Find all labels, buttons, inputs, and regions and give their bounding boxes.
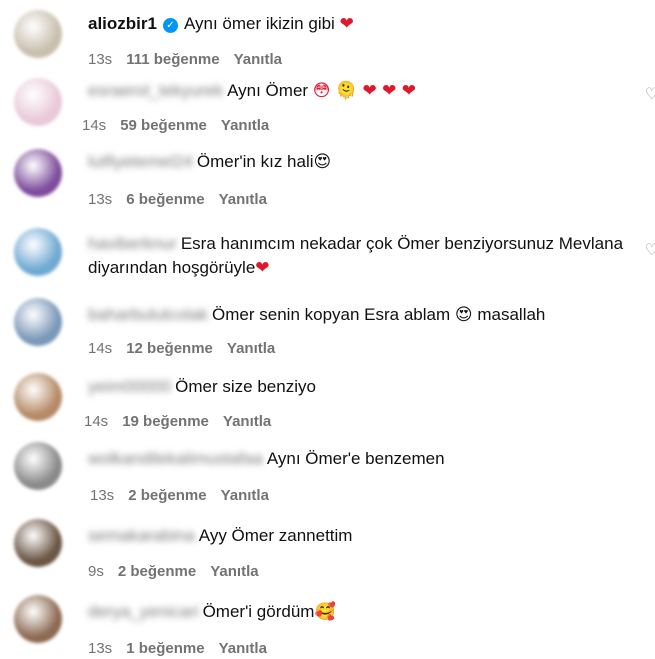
avatar[interactable] — [14, 298, 62, 346]
comment-text: Ömer'in kız hali — [196, 152, 314, 171]
like-count[interactable]: 2 beğenme — [128, 487, 206, 504]
avatar[interactable] — [14, 442, 62, 490]
like-heart-icon[interactable]: ♡ — [645, 84, 655, 104]
emoji-group-icon: 😳 🫠 ❤ ❤ ❤ — [312, 81, 417, 101]
username[interactable]: haviberknur — [88, 234, 177, 253]
comment-text: Aynı ömer ikizin gibi — [183, 14, 335, 33]
comment-time: 14s — [84, 413, 109, 430]
comment-line: wolkandilekalimustafaa Aynı Ömer'e benzem… — [88, 447, 631, 471]
comment-meta: 13s 111 beğenme Yanıtla — [88, 50, 296, 70]
username[interactable]: yeim00000 — [88, 377, 171, 396]
username[interactable]: lutfiyetemel24 — [88, 152, 193, 171]
comment-time: 13s — [88, 640, 113, 657]
username[interactable]: semakarabina — [88, 526, 195, 545]
comment-line: derya_yenicari Ömer'i gördüm🥰 — [88, 600, 631, 624]
username[interactable]: derya_yenicari — [88, 602, 199, 621]
comment-text-suffix: masallah — [477, 305, 546, 324]
comment-line: haviberknur Esra hanımcım nekadar çok Öme… — [88, 232, 627, 280]
avatar[interactable] — [14, 10, 62, 58]
like-count[interactable]: 59 beğenme — [120, 117, 207, 134]
comment-time: 13s — [88, 191, 113, 208]
reply-button[interactable]: Yanıtla — [227, 340, 275, 357]
heart-eyes-emoji-icon: 😍 — [454, 305, 473, 325]
comment-line: lutfiyetemel24 Ömer'in kız hali😍 — [88, 150, 631, 174]
comment-time: 14s — [82, 117, 107, 134]
reply-button[interactable]: Yanıtla — [234, 51, 282, 68]
heart-emoji-icon: ❤ — [255, 258, 270, 278]
username[interactable]: esraerol_tekyurek — [88, 81, 223, 100]
verified-badge-icon: ✓ — [162, 18, 178, 33]
comment-text: Aynı Ömer'e benzemen — [266, 449, 445, 468]
avatar[interactable] — [14, 373, 62, 421]
comment-time: 13s — [88, 51, 113, 68]
comment-text: Ayy Ömer zannettim — [198, 526, 353, 545]
heart-emoji-icon: ❤ — [339, 14, 354, 34]
comment-meta: 13s 6 beğenme Yanıtla — [88, 190, 281, 210]
like-count[interactable]: 19 beğenme — [122, 413, 209, 430]
comment-meta: 14s 12 beğenme Yanıtla — [88, 339, 289, 359]
reply-button[interactable]: Yanıtla — [219, 191, 267, 208]
comment-line: esraerol_tekyurek Aynı Ömer 😳 🫠 ❤ ❤ ❤ — [88, 79, 631, 103]
comment-line: baharbulutcolak Ömer senin kopyan Esra ab… — [88, 303, 631, 327]
username[interactable]: wolkandilekalimustafaa — [88, 449, 263, 468]
avatar[interactable] — [14, 228, 62, 276]
comment-meta: 13s 1 beğenme Yanıtla — [88, 639, 281, 659]
comment-time: 9s — [88, 563, 104, 580]
reply-button[interactable]: Yanıtla — [223, 413, 271, 430]
smiling-hearts-emoji-icon: 🥰 — [314, 602, 336, 622]
like-count[interactable]: 111 beğenme — [126, 51, 219, 68]
comment-text: Ömer senin kopyan Esra ablam — [212, 305, 451, 324]
comment-line: aliozbir1 ✓ Aynı ömer ikizin gibi ❤ — [88, 12, 631, 36]
reply-button[interactable]: Yanıtla — [221, 487, 269, 504]
username[interactable]: baharbulutcolak — [88, 305, 208, 324]
comment-time: 13s — [90, 487, 115, 504]
comment-line: yeim00000 Ömer size benziyo — [88, 375, 631, 399]
like-count[interactable]: 1 beğenme — [126, 640, 204, 657]
comment-meta: 9s 2 beğenme Yanıtla — [88, 562, 273, 582]
heart-eyes-emoji-icon: 😍 — [313, 152, 332, 172]
username[interactable]: aliozbir1 — [88, 14, 157, 33]
like-count[interactable]: 12 beğenme — [126, 340, 213, 357]
comment-meta: 13s 2 beğenme Yanıtla — [90, 486, 283, 506]
comment-meta: 14s 59 beğenme Yanıtla — [82, 116, 283, 136]
reply-button[interactable]: Yanıtla — [219, 640, 267, 657]
avatar[interactable] — [14, 149, 62, 197]
like-count[interactable]: 2 beğenme — [118, 563, 196, 580]
comment-text: Aynı Ömer — [227, 81, 309, 100]
avatar[interactable] — [14, 595, 62, 643]
avatar[interactable] — [14, 519, 62, 567]
like-heart-icon[interactable]: ♡ — [645, 240, 655, 260]
comment-time: 14s — [88, 340, 113, 357]
comment-text: Ömer'i gördüm — [202, 602, 315, 621]
reply-button[interactable]: Yanıtla — [210, 563, 258, 580]
comment-text: Ömer size benziyo — [175, 377, 316, 396]
comment-meta: 14s 19 beğenme Yanıtla — [84, 412, 285, 432]
comment-line: semakarabina Ayy Ömer zannettim — [88, 524, 631, 548]
avatar[interactable] — [14, 78, 62, 126]
reply-button[interactable]: Yanıtla — [221, 117, 269, 134]
like-count[interactable]: 6 beğenme — [126, 191, 204, 208]
